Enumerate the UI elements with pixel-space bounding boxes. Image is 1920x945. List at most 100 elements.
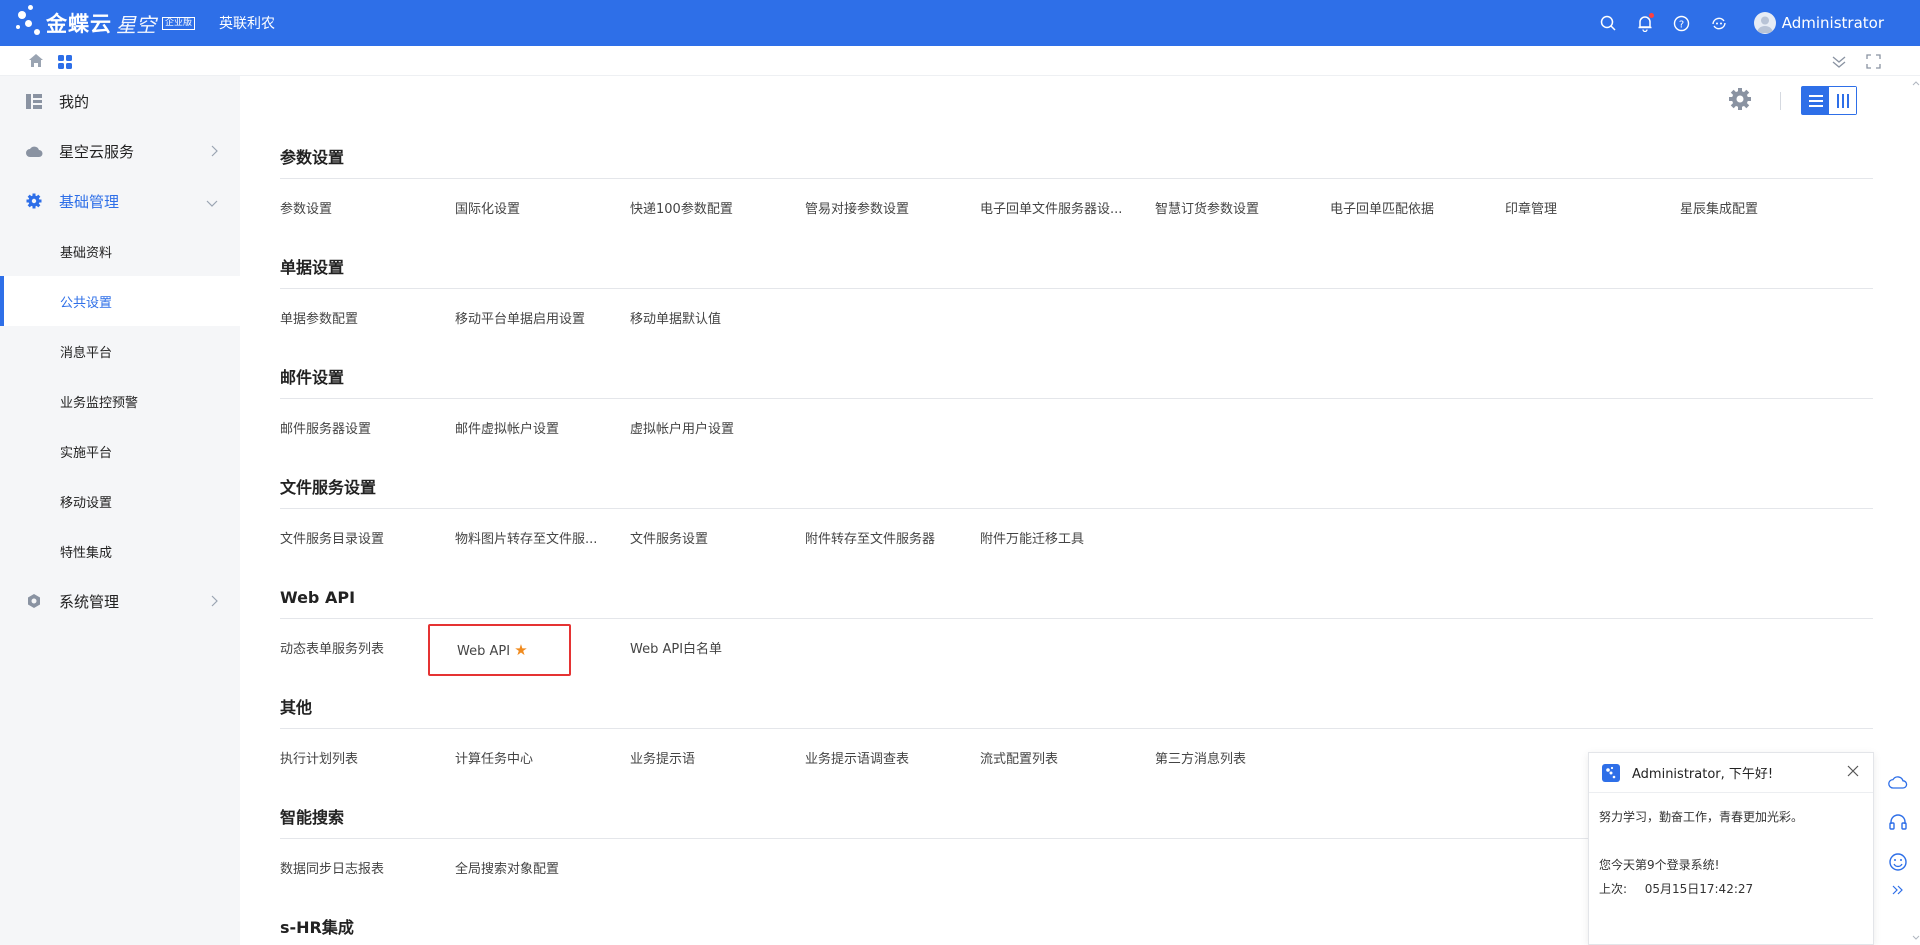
logo[interactable]: 金蝶云 星空 企业版 — [14, 3, 196, 43]
chevron-right-icon — [210, 143, 218, 161]
link-item[interactable]: 印章管理 — [1505, 193, 1680, 227]
link-label: Web API — [457, 644, 511, 659]
link-item[interactable]: 文件服务设置 — [630, 523, 805, 557]
section-divider — [280, 288, 1873, 289]
logo-mark — [14, 3, 44, 43]
section-divider — [280, 398, 1873, 399]
brand-sub: 星空 — [116, 12, 156, 37]
link-item[interactable]: 单据参数配置 — [280, 303, 455, 337]
link-item[interactable]: 移动平台单据启用设置 — [455, 303, 630, 337]
popup-header: Administrator, 下午好! — [1589, 753, 1873, 793]
link-item[interactable]: 业务提示语调查表 — [805, 743, 980, 777]
fullscreen-icon[interactable] — [1866, 54, 1881, 73]
link-item[interactable]: 参数设置 — [280, 193, 455, 227]
link-item[interactable]: 流式配置列表 — [980, 743, 1155, 777]
section-title: 文件服务设置 — [280, 478, 377, 497]
sidebar-subitem-mobile-settings[interactable]: 移动设置 — [0, 476, 240, 526]
sidebar-subitem-public-settings[interactable]: 公共设置 — [0, 276, 240, 326]
cloud-outline-icon[interactable] — [1886, 770, 1910, 794]
notification-dot — [1648, 13, 1654, 18]
org-switcher[interactable]: 英联利农 — [219, 13, 275, 33]
sidebar-subitem-label: 消息平台 — [60, 345, 113, 361]
view-mode-toggle — [1801, 86, 1857, 115]
section-documents: 单据设置 单据参数配置 移动平台单据启用设置 移动单据默认值 — [280, 256, 1873, 337]
header-actions: ? Administrator — [1598, 0, 1884, 46]
home-icon[interactable] — [28, 53, 44, 72]
sidebar-item-basic-management[interactable]: 基础管理 — [0, 176, 240, 226]
sidebar-item-system-management[interactable]: 系统管理 — [0, 576, 240, 626]
link-item[interactable]: 电子回单匹配依据 — [1330, 193, 1505, 227]
sidebar-item-label: 我的 — [59, 92, 90, 111]
link-item[interactable]: 国际化设置 — [455, 193, 630, 227]
brand-name: 金蝶云 — [46, 12, 112, 36]
user-menu[interactable]: Administrator — [1753, 12, 1884, 34]
list-view-icon[interactable] — [1802, 87, 1829, 114]
link-item[interactable]: 电子回单文件服务器设... — [980, 193, 1155, 227]
column-view-icon[interactable] — [1829, 87, 1856, 114]
toolbar-divider — [1780, 91, 1781, 110]
section-title: 参数设置 — [280, 148, 345, 167]
tab-bar — [0, 46, 1920, 76]
sidebar: 我的 星空云服务 基础管理 基础资料 公共设置 消息平台 业务监控预警 实施平台… — [0, 76, 240, 945]
help-icon[interactable]: ? — [1672, 13, 1692, 33]
cloud-icon — [25, 142, 43, 160]
section-divider — [280, 728, 1873, 729]
sidebar-item-cloud-services[interactable]: 星空云服务 — [0, 126, 240, 176]
link-item[interactable]: 邮件虚拟帐户设置 — [455, 413, 630, 447]
headset-icon[interactable] — [1886, 810, 1910, 834]
smile-icon[interactable] — [1886, 850, 1910, 874]
sidebar-subitem-business-monitoring[interactable]: 业务监控预警 — [0, 376, 240, 426]
link-item[interactable]: 快递100参数配置 — [630, 193, 805, 227]
link-item[interactable]: 智慧订货参数设置 — [1155, 193, 1330, 227]
popup-body: 努力学习，勤奋工作，青春更加光彩。 您今天第9个登录系统! 上次: 05月15日… — [1589, 793, 1873, 901]
edition-badge: 企业版 — [162, 16, 196, 30]
link-item[interactable]: 管易对接参数设置 — [805, 193, 980, 227]
collapse-down-icon[interactable] — [1831, 54, 1847, 73]
link-item[interactable]: 全局搜索对象配置 — [455, 853, 630, 887]
popup-motto: 努力学习，勤奋工作，青春更加光彩。 — [1599, 810, 1804, 824]
link-item[interactable]: Web API白名单 — [630, 633, 805, 667]
last-login-time: 05月15日17:42:27 — [1644, 882, 1754, 896]
sidebar-item-mine[interactable]: 我的 — [0, 76, 240, 126]
sidebar-subitem-label: 公共设置 — [60, 295, 113, 311]
search-icon[interactable] — [1598, 13, 1618, 33]
apps-icon[interactable] — [58, 54, 72, 73]
link-item[interactable]: 附件万能迁移工具 — [980, 523, 1155, 557]
link-item[interactable]: 计算任务中心 — [455, 743, 630, 777]
dashboard-icon — [25, 92, 43, 110]
link-item[interactable]: 执行计划列表 — [280, 743, 455, 777]
link-item[interactable]: 文件服务目录设置 — [280, 523, 455, 557]
user-name: Administrator — [1781, 14, 1884, 32]
sync-icon[interactable] — [1709, 13, 1729, 33]
section-title: 邮件设置 — [280, 368, 345, 387]
sidebar-subitem-feature-integration[interactable]: 特性集成 — [0, 526, 240, 576]
link-item[interactable]: 第三方消息列表 — [1155, 743, 1330, 777]
expand-right-icon[interactable] — [1886, 878, 1910, 902]
link-item[interactable]: 业务提示语 — [630, 743, 805, 777]
link-item[interactable]: 虚拟帐户用户设置 — [630, 413, 805, 447]
link-item[interactable]: 移动单据默认值 — [630, 303, 805, 337]
sidebar-subitem-message-platform[interactable]: 消息平台 — [0, 326, 240, 376]
sidebar-subitem-label: 业务监控预警 — [60, 395, 139, 411]
sidebar-item-label: 系统管理 — [59, 592, 120, 611]
settings-gear-icon[interactable] — [1728, 87, 1752, 115]
chevron-right-icon — [210, 593, 218, 611]
sidebar-subitem-implementation-platform[interactable]: 实施平台 — [0, 426, 240, 476]
bell-icon[interactable] — [1635, 13, 1655, 33]
section-divider — [280, 178, 1873, 179]
app-logo-icon — [1602, 763, 1620, 782]
avatar — [1753, 12, 1776, 34]
last-login-label: 上次: — [1599, 882, 1628, 896]
link-item[interactable]: 物料图片转存至文件服... — [455, 523, 630, 557]
link-item[interactable]: 邮件服务器设置 — [280, 413, 455, 447]
star-icon[interactable]: ★ — [514, 641, 527, 659]
svg-text:?: ? — [1679, 19, 1684, 30]
link-item[interactable]: 星辰集成配置 — [1680, 193, 1855, 227]
link-item[interactable]: 数据同步日志报表 — [280, 853, 455, 887]
system-icon — [25, 592, 43, 610]
close-icon[interactable] — [1847, 765, 1859, 781]
link-item[interactable]: 附件转存至文件服务器 — [805, 523, 980, 557]
sidebar-subitem-basic-data[interactable]: 基础资料 — [0, 226, 240, 276]
section-title: 其他 — [280, 698, 313, 717]
web-api-link-highlighted[interactable]: Web API ★ — [428, 624, 571, 676]
